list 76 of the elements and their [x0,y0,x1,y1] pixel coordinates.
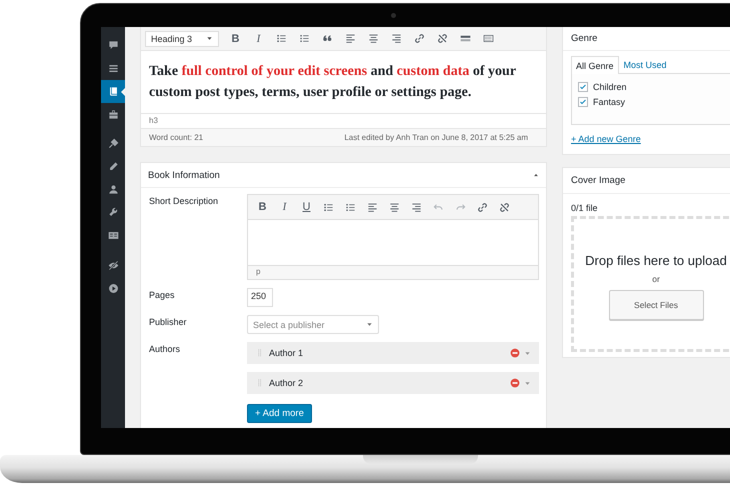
add-more-button[interactable]: + Add more [247,404,312,423]
keyboard-icon [483,33,494,44]
word-count: Word count: 21 [149,133,204,142]
add-genre-link[interactable]: + Add new Genre [571,134,641,144]
element-path: p [256,267,260,276]
group-title: Author 1 [269,348,304,358]
user-icon [108,184,118,195]
format-select[interactable]: Heading 3 [145,30,219,46]
box-title: Cover Image [571,175,626,186]
book-icon [108,86,118,97]
link-icon [414,33,425,44]
unlink-icon [437,33,448,44]
align-left-icon [367,202,378,212]
field-label: Authors [149,343,182,356]
underline-button[interactable]: U [296,198,317,216]
checkbox[interactable] [578,97,588,107]
bold-button[interactable]: B [225,30,246,48]
genre-tab[interactable]: All Genre [571,56,619,74]
undo-icon [433,202,444,212]
align-center-icon [389,202,400,212]
sidebar-item[interactable] [101,80,125,103]
group-item[interactable]: Author 1 [247,342,539,364]
numbered-list-icon [345,202,356,212]
align-right-icon [411,202,422,212]
caret-down-icon [206,35,213,42]
align-right-icon [391,33,402,44]
caret-up-icon [533,172,539,178]
group-item[interactable]: Author 2 [247,372,539,394]
horizontal-bar-icon [460,33,471,44]
bullet-list-icon [276,33,287,44]
camera-icon [391,13,396,18]
checkbox-label: Children [593,82,627,92]
align-center-icon [368,33,379,44]
caret-down-icon [524,350,531,356]
box-title: Book Information [148,170,220,180]
field-label: Pages [149,289,176,302]
bullet-list-icon [323,202,334,212]
caret-down-icon [366,321,373,328]
publisher-select[interactable]: Select a publisher [247,315,379,334]
group-title: Author 2 [269,378,304,388]
unlink-icon [499,202,510,212]
link-icon [477,202,488,212]
drop-zone[interactable]: Drop files here to upload or Select Files [571,216,730,352]
wrench-icon [108,207,118,218]
last-edited-text: Last edited by Anh Tran on June 8, 2017 at 5:25 am [344,133,528,142]
align-left-icon [345,33,356,44]
box-title: Genre [571,33,598,44]
checkbox[interactable] [578,82,588,92]
plug-icon [108,138,118,149]
numbered-list-icon [299,33,310,44]
redo-icon [455,202,466,212]
checkbox-label: Fantasy [593,97,626,107]
italic-button[interactable]: I [248,30,269,48]
list-icon [108,63,118,74]
field-label: Publisher [149,316,188,329]
caret-down-icon [524,380,531,386]
pencil-icon [108,161,118,172]
field-label: Short Description [149,195,220,208]
bold-button[interactable]: B [252,198,273,216]
file-count: 0/1 file [571,203,598,213]
editor-content[interactable]: Take full control of your edit screens and custom data of your custom post types, terms, user profile or settings page. [141,51,546,113]
play-icon [108,283,118,294]
quote-icon [322,33,333,44]
number-field[interactable]: 250 [247,288,273,307]
select-files-button[interactable]: Select Files [608,290,704,320]
remove-icon [510,378,520,388]
drop-text: Drop files here to upload [585,252,727,268]
briefcase-icon [108,109,118,120]
eye-slash-icon [108,260,118,271]
or-text: or [652,274,660,284]
id-card-icon [108,230,118,241]
remove-icon [510,348,520,358]
genre-tab[interactable]: Most Used [618,56,672,73]
comment-icon [108,40,118,51]
text-editor[interactable]: B I U p [247,194,539,280]
italic-button[interactable]: I [274,198,295,216]
